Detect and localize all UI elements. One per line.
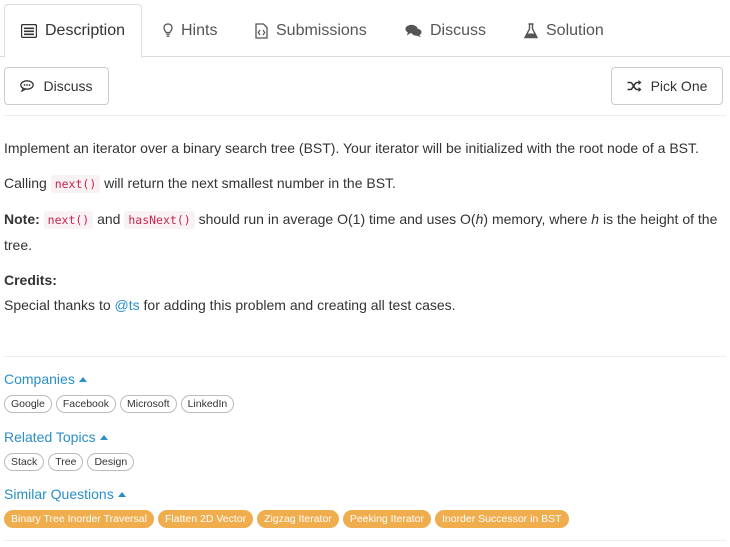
description-note: Note: next() and hasNext() should run in… xyxy=(4,207,726,258)
companies-title: Companies xyxy=(4,371,75,387)
tab-label: Solution xyxy=(546,21,604,39)
credits-user-link[interactable]: @ts xyxy=(115,297,140,313)
related-topics-toggle[interactable]: Related Topics xyxy=(4,429,134,445)
discuss-button-label: Discuss xyxy=(43,78,93,94)
comment-icon xyxy=(20,80,35,92)
lightbulb-icon xyxy=(163,23,173,38)
note-label: Note: xyxy=(4,211,40,227)
calling-suffix: will return the next smallest number in … xyxy=(104,175,396,191)
tab-discuss[interactable]: Discuss xyxy=(405,4,486,57)
companies-section: Companies Google Facebook Microsoft Link… xyxy=(4,371,235,413)
file-code-icon xyxy=(255,22,268,39)
tab-label: Hints xyxy=(181,21,218,39)
related-topics-title: Related Topics xyxy=(4,429,96,445)
similar-question-tag[interactable]: Peeking Iterator xyxy=(342,510,431,528)
code-next: next() xyxy=(43,211,94,229)
topic-tag[interactable]: Tree xyxy=(48,453,84,471)
similar-questions-title: Similar Questions xyxy=(4,486,114,502)
comments-icon xyxy=(405,24,422,38)
company-tag[interactable]: Google xyxy=(4,395,52,413)
problem-tabs: Description Hints Submissions Discuss So… xyxy=(0,0,730,58)
code-hasnext: hasNext() xyxy=(124,211,195,229)
topic-tag[interactable]: Stack xyxy=(4,453,45,471)
related-topics-section: Related Topics Stack Tree Design xyxy=(4,429,135,471)
intro-text: Implement an iterator over a binary sear… xyxy=(4,140,699,156)
company-tag[interactable]: LinkedIn xyxy=(180,395,235,413)
credits-suffix: for adding this problem and creating all… xyxy=(143,297,456,313)
pick-one-button-label: Pick One xyxy=(650,78,708,94)
tab-submissions[interactable]: Submissions xyxy=(255,4,367,57)
tab-solution[interactable]: Solution xyxy=(524,4,604,57)
tab-label: Discuss xyxy=(430,21,487,39)
companies-toggle[interactable]: Companies xyxy=(4,371,234,387)
company-tag[interactable]: Facebook xyxy=(55,395,116,413)
description-icon xyxy=(20,24,37,38)
note-and: and xyxy=(97,211,121,227)
caret-up-icon xyxy=(78,376,87,382)
note-text: ) memory, where xyxy=(483,211,588,227)
tab-label: Description xyxy=(44,22,126,39)
similar-questions-tags: Binary Tree Inorder Traversal Flatten 2D… xyxy=(4,510,569,528)
problem-description: Implement an iterator over a binary sear… xyxy=(4,136,726,318)
pick-one-button[interactable]: Pick One xyxy=(611,67,723,105)
similar-question-tag[interactable]: Inorder Successor in BST xyxy=(434,510,569,528)
company-tag[interactable]: Microsoft xyxy=(119,395,177,413)
note-h: h xyxy=(591,211,600,227)
discuss-button[interactable]: Discuss xyxy=(4,67,109,105)
bottom-divider xyxy=(4,540,726,541)
credits-title: Credits: xyxy=(4,272,57,288)
credits-prefix: Special thanks to xyxy=(4,297,111,313)
description-calling: Calling next() will return the next smal… xyxy=(4,171,726,197)
toolbar-divider xyxy=(4,115,726,116)
similar-question-tag[interactable]: Binary Tree Inorder Traversal xyxy=(4,510,154,528)
code-next: next() xyxy=(50,175,101,193)
similar-question-tag[interactable]: Flatten 2D Vector xyxy=(157,510,254,528)
caret-up-icon xyxy=(117,491,126,497)
tab-hints[interactable]: Hints xyxy=(163,4,217,57)
calling-prefix: Calling xyxy=(4,175,47,191)
caret-up-icon xyxy=(99,434,108,440)
tab-label: Submissions xyxy=(276,21,367,39)
tab-description[interactable]: Description xyxy=(4,4,142,58)
related-topics-tags: Stack Tree Design xyxy=(4,453,135,471)
flask-icon xyxy=(524,22,538,39)
note-text: should run in average O(1) time and uses… xyxy=(198,211,476,227)
description-intro: Implement an iterator over a binary sear… xyxy=(4,136,726,161)
similar-questions-toggle[interactable]: Similar Questions xyxy=(4,486,569,502)
topic-tag[interactable]: Design xyxy=(87,453,135,471)
similar-questions-section: Similar Questions Binary Tree Inorder Tr… xyxy=(4,486,569,528)
credits-text: Special thanks to @ts for adding this pr… xyxy=(4,293,726,318)
section-divider xyxy=(4,356,726,357)
similar-question-tag[interactable]: Zigzag Iterator xyxy=(257,510,339,528)
companies-tags: Google Facebook Microsoft LinkedIn xyxy=(4,395,235,413)
shuffle-icon xyxy=(627,80,642,92)
